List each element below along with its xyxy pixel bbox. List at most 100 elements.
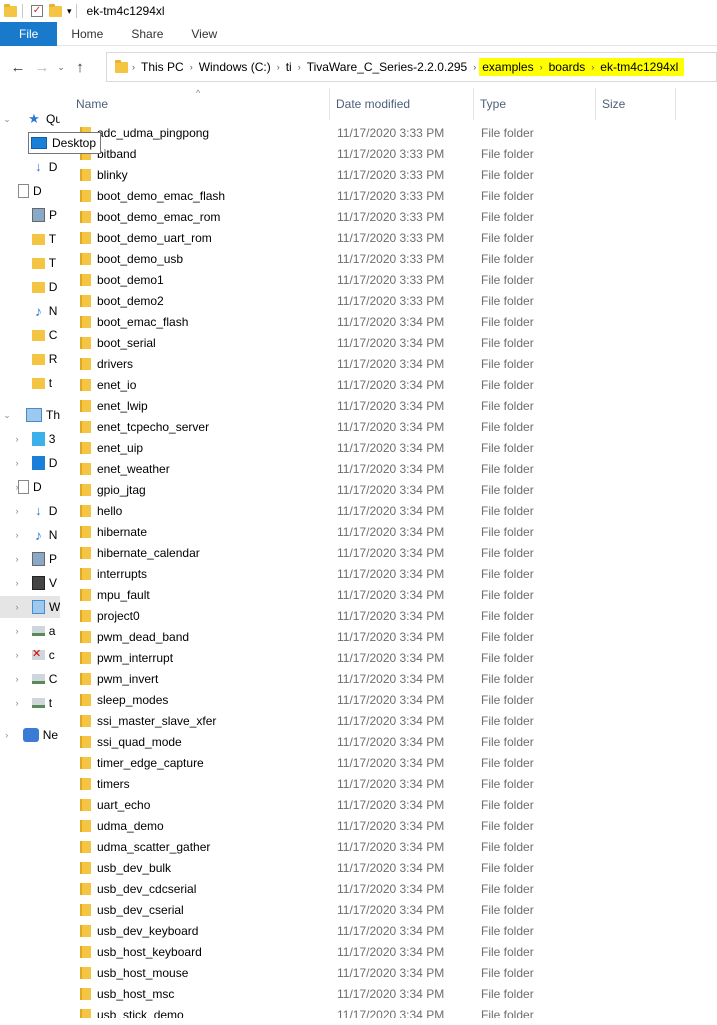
file-row[interactable]: usb_dev_cdcserial 11/17/2020 3:34 PM File … — [60, 878, 717, 899]
folder-icon[interactable] — [2, 3, 18, 19]
nav-item[interactable]: › a — [0, 620, 60, 642]
file-row[interactable]: udma_demo 11/17/2020 3:34 PM File folder — [60, 815, 717, 836]
file-row[interactable]: adc_udma_pingpong 11/17/2020 3:33 PM File … — [60, 122, 717, 143]
nav-network[interactable]: › Ne — [0, 724, 60, 746]
column-header-date[interactable]: Date modified — [330, 88, 474, 120]
file-row[interactable]: boot_demo_emac_rom 11/17/2020 3:33 PM File… — [60, 206, 717, 227]
chevron-right-icon[interactable]: › — [10, 650, 24, 660]
file-row[interactable]: drivers 11/17/2020 3:34 PM File folder — [60, 353, 717, 374]
file-row[interactable]: enet_io 11/17/2020 3:34 PM File folder — [60, 374, 717, 395]
file-row[interactable]: enet_uip 11/17/2020 3:34 PM File folder — [60, 437, 717, 458]
chevron-right-icon[interactable]: › — [10, 530, 24, 540]
chevron-right-icon[interactable]: › — [10, 482, 24, 492]
breadcrumb-windows-c[interactable]: Windows (C:) — [196, 60, 274, 74]
nav-this-pc[interactable]: ⌄ Th — [0, 404, 60, 426]
file-row[interactable]: usb_dev_bulk 11/17/2020 3:34 PM File folde… — [60, 857, 717, 878]
file-row[interactable]: hello 11/17/2020 3:34 PM File folder — [60, 500, 717, 521]
file-row[interactable]: pwm_invert 11/17/2020 3:34 PM File folder — [60, 668, 717, 689]
recent-locations-chevron-icon[interactable]: ⌄ — [54, 55, 68, 79]
nav-item[interactable]: › ♪ N — [0, 524, 60, 546]
file-row[interactable]: enet_tcpecho_server 11/17/2020 3:34 PM Fil… — [60, 416, 717, 437]
nav-item[interactable]: › C — [0, 668, 60, 690]
forward-arrow-icon[interactable]: → — [30, 55, 54, 79]
file-row[interactable]: interrupts 11/17/2020 3:34 PM File folder — [60, 563, 717, 584]
chevron-right-icon[interactable]: › — [470, 62, 479, 72]
nav-item[interactable]: › V — [0, 572, 60, 594]
nav-item[interactable]: P — [0, 204, 60, 226]
customize-toolbar-dropdown-icon[interactable]: ▾ — [67, 6, 72, 17]
nav-item[interactable]: › t — [0, 692, 60, 714]
file-row[interactable]: enet_lwip 11/17/2020 3:34 PM File folder — [60, 395, 717, 416]
nav-item[interactable]: ↓ D — [0, 156, 60, 178]
file-row[interactable]: usb_host_keyboard 11/17/2020 3:34 PM File … — [60, 941, 717, 962]
file-row[interactable]: timer_edge_capture 11/17/2020 3:34 PM File… — [60, 752, 717, 773]
nav-item[interactable]: T — [0, 252, 60, 274]
file-row[interactable]: bitband 11/17/2020 3:33 PM File folder — [60, 143, 717, 164]
chevron-right-icon[interactable]: › — [10, 674, 24, 684]
nav-item[interactable]: › D — [0, 452, 60, 474]
breadcrumb-boards[interactable]: boards — [546, 60, 589, 74]
chevron-right-icon[interactable]: › — [10, 506, 24, 516]
file-row[interactable]: blinky 11/17/2020 3:33 PM File folder — [60, 164, 717, 185]
nav-item[interactable]: › D — [0, 476, 60, 498]
nav-item[interactable]: › W — [0, 596, 60, 618]
file-row[interactable]: boot_demo2 11/17/2020 3:33 PM File folder — [60, 290, 717, 311]
back-arrow-icon[interactable]: ← — [6, 55, 30, 79]
column-header-type[interactable]: Type — [474, 88, 596, 120]
file-row[interactable]: boot_demo1 11/17/2020 3:33 PM File folder — [60, 269, 717, 290]
chevron-right-icon[interactable]: › — [10, 578, 24, 588]
nav-item[interactable]: › 3 — [0, 428, 60, 450]
nav-quick-access[interactable]: ⌄ ★ Qu — [0, 108, 60, 130]
file-row[interactable]: boot_demo_emac_flash 11/17/2020 3:33 PM Fi… — [60, 185, 717, 206]
chevron-right-icon[interactable]: › — [10, 434, 24, 444]
file-row[interactable]: ssi_quad_mode 11/17/2020 3:34 PM File fold… — [60, 731, 717, 752]
chevron-down-icon[interactable]: ⌄ — [0, 114, 14, 125]
file-row[interactable]: enet_weather 11/17/2020 3:34 PM File folde… — [60, 458, 717, 479]
up-arrow-icon[interactable]: ↑ — [68, 55, 92, 79]
chevron-right-icon[interactable]: › — [10, 698, 24, 708]
chevron-right-icon[interactable]: › — [295, 62, 304, 72]
file-row[interactable]: boot_demo_uart_rom 11/17/2020 3:33 PM File… — [60, 227, 717, 248]
file-row[interactable]: usb_host_msc 11/17/2020 3:34 PM File folde… — [60, 983, 717, 1004]
nav-item[interactable]: › ✕ c — [0, 644, 60, 666]
chevron-right-icon[interactable]: › — [274, 62, 283, 72]
tab-home[interactable]: Home — [57, 22, 117, 46]
breadcrumb-ek-tm4c1294xl[interactable]: ek-tm4c1294xl — [597, 60, 681, 74]
desktop-tooltip[interactable]: Desktop — [28, 132, 102, 154]
chevron-right-icon[interactable]: › — [10, 626, 24, 636]
tab-share[interactable]: Share — [117, 22, 177, 46]
file-row[interactable]: sleep_modes 11/17/2020 3:34 PM File folder — [60, 689, 717, 710]
properties-icon[interactable]: ✓ — [29, 3, 45, 19]
file-row[interactable]: udma_scatter_gather 11/17/2020 3:34 PM Fil… — [60, 836, 717, 857]
file-row[interactable]: usb_dev_cserial 11/17/2020 3:34 PM File fo… — [60, 899, 717, 920]
nav-item[interactable]: C — [0, 324, 60, 346]
file-row[interactable]: project0 11/17/2020 3:34 PM File folder — [60, 605, 717, 626]
nav-item[interactable]: › P — [0, 548, 60, 570]
breadcrumb-ti[interactable]: ti — [283, 60, 295, 74]
file-row[interactable]: timers 11/17/2020 3:34 PM File folder — [60, 773, 717, 794]
column-header-name[interactable]: Name — [70, 88, 330, 120]
file-row[interactable]: boot_emac_flash 11/17/2020 3:34 PM File fo… — [60, 311, 717, 332]
navigation-pane[interactable]: ⌄ ★ Qu ↓ D D P T T D ♪ N C Rt ⌄ Th › 3 › D › D › ↓ D › ♪ N › P ›… — [0, 88, 60, 1025]
file-row[interactable]: usb_host_mouse 11/17/2020 3:34 PM File fol… — [60, 962, 717, 983]
file-row[interactable]: pwm_dead_band 11/17/2020 3:34 PM File fold… — [60, 626, 717, 647]
nav-item[interactable]: ♪ N — [0, 300, 60, 322]
address-bar[interactable]: › This PC › Windows (C:) › ti › TivaWare… — [106, 52, 717, 82]
file-row[interactable]: mpu_fault 11/17/2020 3:34 PM File folder — [60, 584, 717, 605]
chevron-right-icon[interactable]: › — [537, 62, 546, 72]
file-row[interactable]: hibernate 11/17/2020 3:34 PM File folder — [60, 521, 717, 542]
file-row[interactable]: ssi_master_slave_xfer 11/17/2020 3:34 PM F… — [60, 710, 717, 731]
nav-item[interactable]: D — [0, 276, 60, 298]
file-row[interactable]: boot_serial 11/17/2020 3:34 PM File folder — [60, 332, 717, 353]
chevron-right-icon[interactable]: › — [129, 62, 138, 72]
nav-item[interactable]: R — [0, 348, 60, 370]
file-row[interactable]: usb_dev_keyboard 11/17/2020 3:34 PM File f… — [60, 920, 717, 941]
breadcrumb-examples[interactable]: examples — [479, 60, 536, 74]
file-row[interactable]: pwm_interrupt 11/17/2020 3:34 PM File fold… — [60, 647, 717, 668]
nav-item[interactable]: T — [0, 228, 60, 250]
tab-view[interactable]: View — [177, 22, 231, 46]
nav-item[interactable]: D — [0, 180, 60, 202]
chevron-right-icon[interactable]: › — [588, 62, 597, 72]
chevron-down-icon[interactable]: ⌄ — [0, 410, 14, 421]
chevron-right-icon[interactable]: › — [10, 458, 24, 468]
